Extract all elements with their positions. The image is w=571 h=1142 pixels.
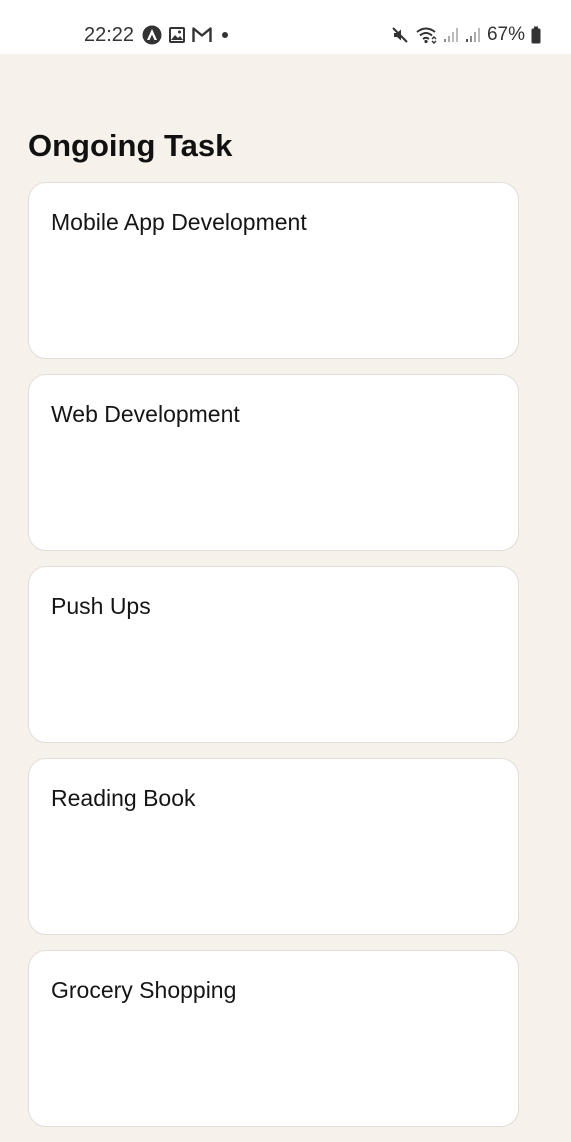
battery-icon (531, 26, 541, 44)
status-bar: 22:22 67% (0, 0, 571, 54)
wifi-icon (415, 26, 437, 44)
status-notification-icons (142, 24, 232, 46)
signal-1-icon (443, 27, 459, 43)
task-title: Web Development (51, 401, 240, 427)
task-title: Push Ups (51, 593, 151, 619)
task-card[interactable]: Reading Book (28, 758, 519, 935)
task-card[interactable]: Grocery Shopping (28, 950, 519, 1127)
gmail-icon (192, 27, 212, 43)
gallery-icon (168, 26, 186, 44)
app-notification-icon (142, 25, 162, 45)
task-card[interactable]: Mobile App Development (28, 182, 519, 359)
task-list: Mobile App Development Web Development P… (28, 182, 519, 1142)
battery-percentage: 67% (486, 24, 525, 45)
task-title: Grocery Shopping (51, 977, 237, 1003)
signal-2-icon (465, 27, 481, 43)
status-system-icons: 67% (391, 22, 541, 48)
task-card[interactable]: Push Ups (28, 566, 519, 743)
more-dot-icon (218, 28, 232, 42)
task-card[interactable]: Web Development (28, 374, 519, 551)
task-title: Mobile App Development (51, 209, 307, 235)
page-title: Ongoing Task (28, 128, 233, 163)
task-title: Reading Book (51, 785, 196, 811)
mute-icon (391, 26, 409, 44)
status-time: 22:22 (84, 24, 135, 46)
